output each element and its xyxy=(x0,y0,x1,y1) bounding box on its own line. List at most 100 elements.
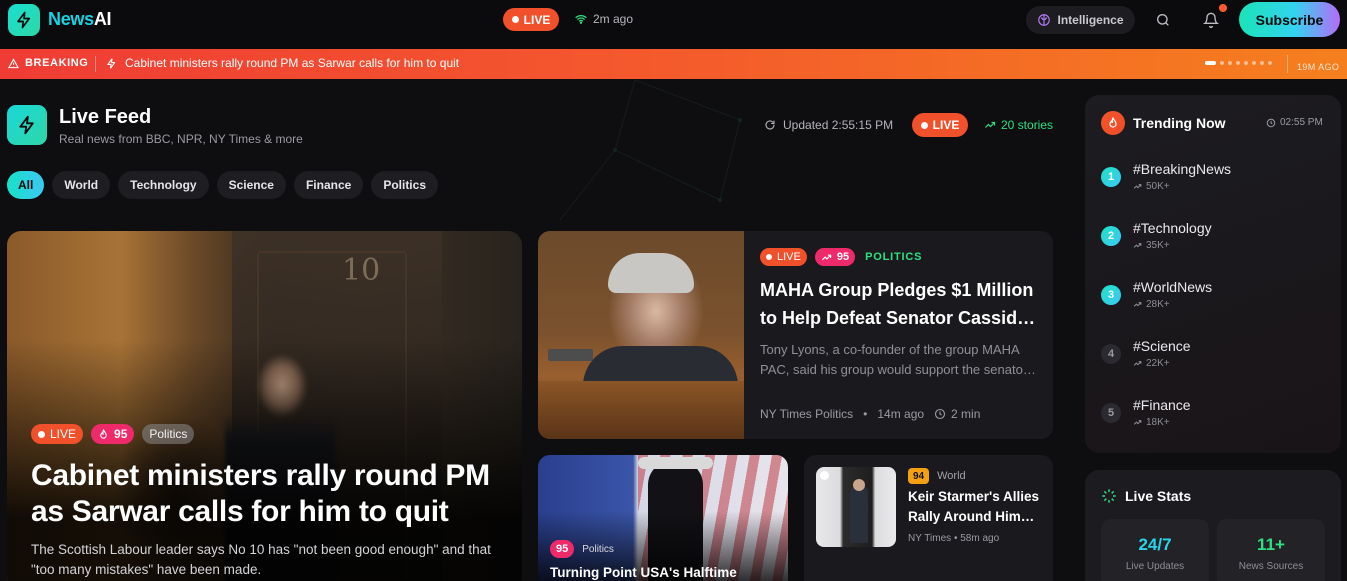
trending-tag[interactable]: #Technology xyxy=(1133,220,1212,236)
tab-world[interactable]: World xyxy=(52,171,111,199)
live-dot-icon xyxy=(38,430,45,438)
article-meta: NY Times • 58m ago xyxy=(908,533,1000,544)
category-badge[interactable]: Politics xyxy=(142,424,195,444)
page-title: Live Feed xyxy=(59,106,152,128)
trending-count: 35K+ xyxy=(1133,240,1170,251)
tab-technology[interactable]: Technology xyxy=(118,171,209,199)
trending-title: Trending Now xyxy=(1133,115,1226,131)
article-headline[interactable]: Turning Point USA's Halftime xyxy=(550,565,780,580)
breaking-divider xyxy=(95,56,96,72)
category-label[interactable]: POLITICS xyxy=(865,251,922,263)
score-badge: 95 xyxy=(91,424,135,444)
meta-separator: • xyxy=(863,407,868,421)
trending-tag[interactable]: #Finance xyxy=(1133,397,1191,413)
article-headline[interactable]: MAHA Group Pledges $1 Million to Help De… xyxy=(760,276,1040,332)
category-label[interactable]: Politics xyxy=(582,544,614,555)
breaking-news-bar: BREAKING Cabinet ministers rally round P… xyxy=(0,49,1347,79)
article-image-nameplate xyxy=(548,349,593,361)
trending-up-icon xyxy=(1133,184,1142,189)
stat-card: 24/7 Live Updates xyxy=(1101,519,1209,581)
warning-icon xyxy=(8,57,19,68)
article-card[interactable]: 94 World Keir Starmer's Allies Rally Aro… xyxy=(804,455,1053,581)
trending-tag[interactable]: #Science xyxy=(1133,338,1191,354)
brain-icon xyxy=(1038,14,1051,26)
article-meta: NY Times Politics • 14m ago 2 min xyxy=(760,407,980,421)
story-count: 20 stories xyxy=(984,118,1053,132)
article-card[interactable]: 95 Politics Turning Point USA's Halftime xyxy=(538,455,788,581)
live-badge: LIVE xyxy=(31,424,84,444)
clock-icon xyxy=(934,408,946,420)
breaking-pagination[interactable] xyxy=(1205,61,1272,65)
notification-badge xyxy=(1219,4,1227,12)
bell-icon[interactable] xyxy=(1201,10,1221,30)
stat-value: 11+ xyxy=(1257,535,1285,554)
rank-badge: 5 xyxy=(1101,403,1121,423)
logo-icon[interactable] xyxy=(8,4,40,36)
logo-wordmark[interactable]: NewsAI xyxy=(48,9,112,30)
article-tags: LIVE 95 POLITICS xyxy=(760,248,922,266)
trending-item[interactable]: 1 #BreakingNews 50K+ xyxy=(1101,161,1326,201)
article-headline[interactable]: Keir Starmer's Allies Rally Around Him A… xyxy=(908,487,1042,527)
trending-tag[interactable]: #WorldNews xyxy=(1133,279,1212,295)
article-tags: 94 World xyxy=(908,468,966,484)
stat-label: News Sources xyxy=(1238,561,1304,572)
pagination-dot[interactable] xyxy=(1236,61,1240,65)
background-network-graphic xyxy=(559,80,742,221)
trending-tag[interactable]: #BreakingNews xyxy=(1133,161,1231,177)
hero-headline[interactable]: Cabinet ministers rally round PM as Sarw… xyxy=(31,458,501,530)
pagination-dot[interactable] xyxy=(1220,61,1224,65)
flame-icon xyxy=(100,428,107,439)
flame-icon xyxy=(1101,111,1125,135)
live-stats-panel: Live Stats 24/7 Live Updates 11+ News So… xyxy=(1085,470,1341,581)
search-icon[interactable] xyxy=(1153,10,1173,30)
stat-card: 11+ News Sources xyxy=(1217,519,1325,581)
intelligence-button[interactable]: Intelligence xyxy=(1026,6,1135,34)
live-indicator: LIVE xyxy=(503,8,559,31)
rank-badge: 3 xyxy=(1101,285,1121,305)
breaking-label: BREAKING xyxy=(8,57,88,69)
live-badge: LIVE xyxy=(760,248,807,266)
pagination-dot[interactable] xyxy=(1205,61,1216,65)
tab-finance[interactable]: Finance xyxy=(293,171,364,199)
breaking-headline[interactable]: Cabinet ministers rally round PM as Sarw… xyxy=(106,56,459,70)
trending-up-icon xyxy=(1133,302,1142,307)
rank-badge: 1 xyxy=(1101,167,1121,187)
pagination-dot[interactable] xyxy=(1252,61,1256,65)
trending-up-icon xyxy=(821,254,832,260)
score-badge: 95 xyxy=(814,248,856,266)
stat-label: Live Updates xyxy=(1125,561,1185,572)
trending-up-icon xyxy=(985,121,996,128)
hero-article-card[interactable]: 10 LIVE 95 Politics Cabinet ministers ra… xyxy=(7,231,522,581)
trending-item[interactable]: 5 #Finance 18K+ xyxy=(1101,397,1326,437)
pagination-dot[interactable] xyxy=(1228,61,1232,65)
trending-count: 28K+ xyxy=(1133,299,1170,310)
trending-count: 50K+ xyxy=(1133,181,1170,192)
read-time: 2 min xyxy=(934,407,980,421)
trending-item[interactable]: 3 #WorldNews 28K+ xyxy=(1101,279,1326,319)
updated-timestamp[interactable]: Updated 2:55:15 PM xyxy=(764,118,893,132)
trending-panel: Trending Now 02:55 PM 1 #BreakingNews 50… xyxy=(1085,95,1341,453)
trending-item[interactable]: 2 #Technology 35K+ xyxy=(1101,220,1326,260)
live-stats-title: Live Stats xyxy=(1125,488,1192,504)
category-label[interactable]: World xyxy=(937,470,966,482)
last-update: 2m ago xyxy=(575,12,633,26)
pagination-dot[interactable] xyxy=(1268,61,1272,65)
pagination-dot[interactable] xyxy=(1244,61,1248,65)
tab-politics[interactable]: Politics xyxy=(371,171,438,199)
trending-count: 22K+ xyxy=(1133,358,1170,369)
article-card[interactable]: LIVE 95 POLITICS MAHA Group Pledges $1 M… xyxy=(538,231,1053,439)
tab-science[interactable]: Science xyxy=(216,171,286,199)
subscribe-button[interactable]: Subscribe xyxy=(1239,2,1340,37)
rank-badge: 4 xyxy=(1101,344,1121,364)
hero-tags: LIVE 95 Politics xyxy=(31,424,195,444)
article-image-hair xyxy=(608,253,694,293)
trending-time: 02:55 PM xyxy=(1266,117,1323,128)
article-source[interactable]: NY Times Politics xyxy=(760,407,853,421)
pagination-dot[interactable] xyxy=(1260,61,1264,65)
tab-all[interactable]: All xyxy=(7,171,45,199)
article-thumbnail-head xyxy=(853,479,865,491)
trending-item[interactable]: 4 #Science 22K+ xyxy=(1101,338,1326,378)
refresh-icon xyxy=(765,120,775,130)
article-description: Tony Lyons, a co-founder of the group MA… xyxy=(760,342,1037,377)
trending-up-icon xyxy=(1133,420,1142,425)
